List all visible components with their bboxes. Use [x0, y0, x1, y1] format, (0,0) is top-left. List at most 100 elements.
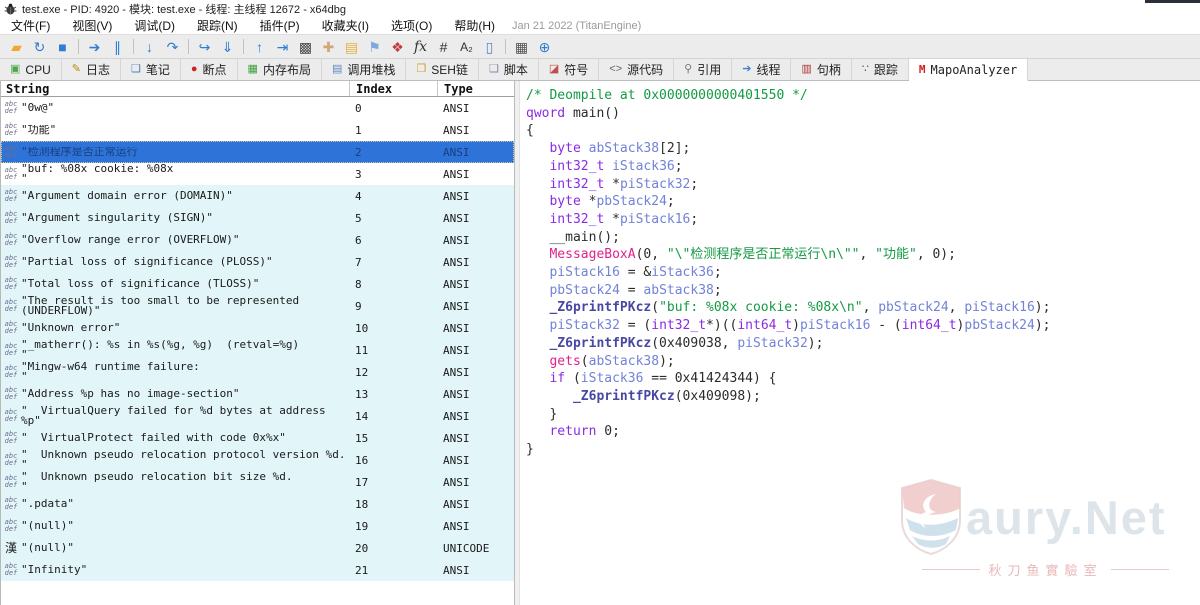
- tab-笔记[interactable]: ❏ 笔记: [121, 59, 181, 80]
- tab-label: 符号: [564, 63, 589, 77]
- tab-引用[interactable]: ⚲ 引用: [674, 59, 733, 80]
- string-row-15[interactable]: abc def " VirtualProtect failed with code …: [1, 427, 514, 449]
- phone-icon[interactable]: ▯: [478, 37, 501, 57]
- tab-断点[interactable]: ● 断点: [181, 59, 238, 80]
- ansi-string-icon: abc def: [4, 166, 18, 181]
- string-row-5[interactable]: abc def "Argument singularity (SIGN)" 5 ANSI: [1, 207, 514, 229]
- menu-item-4[interactable]: 插件(P): [249, 17, 311, 34]
- string-row-12[interactable]: abc def "Mingw-w64 runtime failure: " 12 ANS…: [1, 361, 514, 383]
- string-row-10[interactable]: abc def "Unknown error" 10 ANSI: [1, 317, 514, 339]
- tab-跟踪[interactable]: ∵ 跟踪: [852, 59, 909, 80]
- decompiler-output[interactable]: /* Deompile at 0x0000000000401550 */ qwor…: [520, 81, 1200, 605]
- string-row-7[interactable]: abc def "Partial loss of significance (PLO…: [1, 251, 514, 273]
- toolbar-separator: [243, 39, 244, 54]
- bookmarks-icon[interactable]: ❖: [386, 37, 409, 57]
- string-value: "0w@": [21, 103, 55, 113]
- string-row-11[interactable]: abc def "_matherr(): %s in %s(%g, %g) (ret…: [1, 339, 514, 361]
- string-row-21[interactable]: abc def "Infinity" 21 ANSI: [1, 559, 514, 581]
- column-header-index[interactable]: Index: [349, 81, 437, 96]
- step-into-icon[interactable]: ↓: [138, 37, 161, 57]
- globe-icon[interactable]: ⊕: [533, 37, 556, 57]
- code-line: _Z6printfPKcz("buf: %08x cookie: %08x\n"…: [549, 300, 1051, 316]
- tab-符号[interactable]: ◪ 符号: [539, 59, 600, 80]
- tab-调用堆栈[interactable]: ▤ 调用堆栈: [322, 59, 407, 80]
- string-type: ANSI: [443, 365, 470, 379]
- code-line: byte abStack38[2];: [549, 141, 691, 157]
- string-value: "Overflow range error (OVERFLOW)": [21, 235, 240, 245]
- string-type: ANSI: [443, 387, 470, 401]
- calculator-icon[interactable]: ▦: [510, 37, 533, 57]
- function-analysis-icon[interactable]: fx: [409, 37, 432, 57]
- close-icon[interactable]: ■: [51, 37, 74, 57]
- tab-线程[interactable]: ➔ 线程: [732, 59, 792, 80]
- string-row-2[interactable]: abc def "检测程序是否正常运行 2 ANSI: [1, 141, 514, 163]
- code-line: qword main(): [526, 105, 620, 121]
- code-line: }: [526, 406, 558, 422]
- menu-item-7[interactable]: 帮助(H): [443, 17, 506, 34]
- comments-icon[interactable]: ▤: [340, 37, 363, 57]
- string-row-1[interactable]: abc def "功能" 1 ANSI: [1, 119, 514, 141]
- string-row-6[interactable]: abc def "Overflow range error (OVERFLOW)" 6…: [1, 229, 514, 251]
- tab-label: 引用: [697, 63, 722, 77]
- string-row-17[interactable]: abc def " Unknown pseudo relocation bit si…: [1, 471, 514, 493]
- string-row-0[interactable]: abc def "0w@" 0 ANSI: [1, 97, 514, 119]
- font-size-icon[interactable]: A₂: [455, 37, 478, 57]
- title-bar: test.exe - PID: 4920 - 模块: test.exe - 线程…: [0, 0, 1200, 17]
- labels-icon[interactable]: ⚑: [363, 37, 386, 57]
- string-value: "Partial loss of significance (PLOSS)": [21, 257, 273, 267]
- tab-源代码[interactable]: <> 源代码: [599, 59, 675, 80]
- string-value: "Unknown error": [21, 323, 121, 333]
- ansi-string-icon: abc def: [4, 232, 18, 247]
- open-file-icon[interactable]: ▰: [5, 37, 28, 57]
- tab-句柄[interactable]: ▥ 句柄: [791, 59, 852, 80]
- trace-over-icon[interactable]: ⇓: [216, 37, 239, 57]
- run-icon[interactable]: ➔: [83, 37, 106, 57]
- menu-item-0[interactable]: 文件(F): [0, 17, 61, 34]
- menu-item-5[interactable]: 收藏夹(I): [311, 17, 380, 34]
- string-row-18[interactable]: abc def ".pdata" 18 ANSI: [1, 493, 514, 515]
- restart-icon[interactable]: ↻: [28, 37, 51, 57]
- string-row-8[interactable]: abc def "Total loss of significance (TLOSS…: [1, 273, 514, 295]
- tab-CPU[interactable]: ▣ CPU: [0, 59, 62, 80]
- menu-bar: 文件(F) 视图(V) 调试(D) 跟踪(N) 插件(P) 收藏夹(I) 选项(O) 帮助(H…: [0, 17, 1200, 34]
- run-to-user-code-icon[interactable]: ⇥: [271, 37, 294, 57]
- column-header-type[interactable]: Type: [437, 81, 514, 96]
- string-row-9[interactable]: abc def "The result is too small to be rep…: [1, 295, 514, 317]
- string-index: 4: [355, 189, 362, 203]
- tab-SEH链[interactable]: ❒ SEH链: [406, 59, 479, 80]
- column-header-string[interactable]: String: [1, 82, 349, 96]
- unicode-string-icon: 漢: [4, 541, 17, 555]
- menu-item-6[interactable]: 选项(O): [380, 17, 443, 34]
- patches-icon[interactable]: ✚: [317, 37, 340, 57]
- string-type: ANSI: [443, 189, 470, 203]
- ansi-string-icon: abc def: [4, 298, 18, 313]
- string-row-3[interactable]: abc def "buf: %08x cookie: %08x " 3 ANSI: [1, 163, 514, 185]
- menu-item-2[interactable]: 调试(D): [123, 17, 186, 34]
- tab-脚本[interactable]: ❑ 脚本: [479, 59, 539, 80]
- execute-till-return-icon[interactable]: ↑: [248, 37, 271, 57]
- step-over-icon[interactable]: ↷: [161, 37, 184, 57]
- menu-item-1[interactable]: 视图(V): [61, 17, 123, 34]
- string-row-14[interactable]: abc def " VirtualQuery failed for %d bytes…: [1, 405, 514, 427]
- tab-内存布局[interactable]: ▦ 内存布局: [238, 59, 322, 80]
- strings-table-header: String Index Type: [1, 81, 514, 97]
- string-row-16[interactable]: abc def " Unknown pseudo relocation protoc…: [1, 449, 514, 471]
- string-index: 17: [355, 475, 369, 489]
- string-row-20[interactable]: 漢 "(null)" 20 UNICODE: [1, 537, 514, 559]
- menu-item-3[interactable]: 跟踪(N): [186, 17, 249, 34]
- tab-MapoAnalyzer[interactable]: M MapoAnalyzer: [908, 59, 1029, 81]
- tab-日志[interactable]: ✎ 日志: [62, 59, 121, 80]
- string-row-19[interactable]: abc def "(null)" 19 ANSI: [1, 515, 514, 537]
- string-type: ANSI: [443, 145, 470, 159]
- pause-icon[interactable]: ∥: [106, 37, 129, 57]
- hash-icon[interactable]: #: [432, 37, 455, 57]
- string-type: ANSI: [443, 497, 470, 511]
- string-row-13[interactable]: abc def "Address %p has no image-section" 1…: [1, 383, 514, 405]
- trace-into-icon[interactable]: ↪: [193, 37, 216, 57]
- string-value: " Unknown pseudo relocation protocol ver…: [21, 450, 346, 470]
- code-line: }: [526, 442, 534, 458]
- ansi-string-icon: abc def: [4, 100, 18, 115]
- preferences-icon[interactable]: ▩: [294, 37, 317, 57]
- tab-label: CPU: [25, 62, 51, 77]
- string-row-4[interactable]: abc def "Argument domain error (DOMAIN)" 4 A…: [1, 185, 514, 207]
